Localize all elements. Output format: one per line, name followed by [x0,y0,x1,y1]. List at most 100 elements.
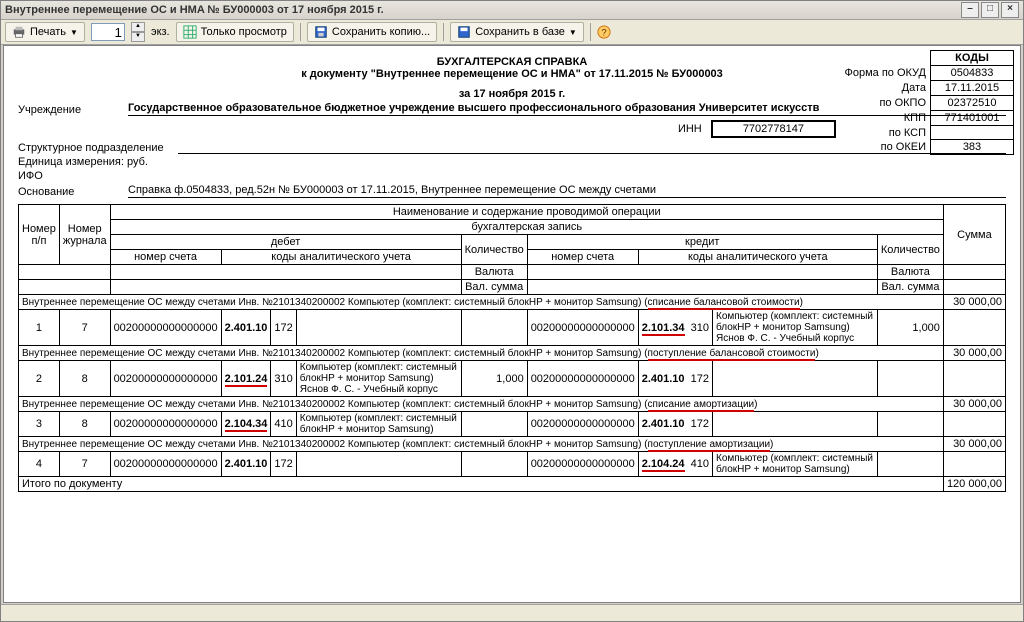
org-label: Учреждение [18,104,128,116]
journal-no: 8 [59,361,110,397]
group-sum: 30 000,00 [943,437,1005,452]
copies-input[interactable] [91,23,125,41]
credit-qty: 1,000 [877,310,943,346]
statusbar [1,604,1023,621]
group-sum: 30 000,00 [943,346,1005,361]
journal-no: 7 [59,452,110,477]
view-only-label: Только просмотр [201,26,287,38]
debit-code2: 172 [271,452,296,477]
basis-value: Справка ф.0504833, ред.52н № БУ000003 от… [128,184,1006,198]
okpo-value: 02372510 [931,96,1014,111]
credit-qty [877,361,943,397]
svg-text:?: ? [601,28,606,39]
copies-suffix: экз. [151,26,170,38]
th-valsum-d: Вал. сумма [461,280,527,295]
credit-desc [713,412,878,437]
credit-acc: 00200000000000000 [527,361,638,397]
group-header: Внутреннее перемещение ОС между счетами … [19,397,944,412]
toolbar: Печать ▼ ▲▼ экз. Только просмотр Сохрани… [1,20,1023,45]
th-qty-c: Количество [877,235,943,265]
th-c-anal: коды аналитического учета [638,250,877,265]
okud-label: Форма по ОКУД [839,66,931,81]
debit-qty [461,412,527,437]
debit-acc: 00200000000000000 [110,361,221,397]
credit-desc [713,361,878,397]
print-label: Печать [30,26,66,38]
save-icon [314,25,328,39]
close-button[interactable]: × [1001,2,1019,18]
subdiv-label: Структурное подразделение [18,142,178,154]
group-header: Внутреннее перемещение ОС между счетами … [19,295,944,310]
maximize-button[interactable]: □ [981,2,999,18]
th-d-anal: коды аналитического учета [221,250,461,265]
credit-code1: 2.401.10 172 [638,412,712,437]
titlebar: Внутреннее перемещение ОС и HMA № БУ0000… [1,1,1023,20]
th-row-no: Номер п/п [19,205,60,265]
credit-acc: 00200000000000000 [527,412,638,437]
help-icon[interactable]: ? [597,25,611,39]
ifo-label: ИФО [18,170,178,182]
journal-no: 7 [59,310,110,346]
dropdown-icon: ▼ [569,28,577,37]
th-debit: дебет [110,235,461,250]
date-label: Дата [839,81,931,96]
debit-acc: 00200000000000000 [110,412,221,437]
debit-code1: 2.401.10 [221,310,271,346]
row-no: 1 [19,310,60,346]
debit-acc: 00200000000000000 [110,310,221,346]
debit-code1: 2.104.34 [221,412,271,437]
okei-label: по ОКЕИ [839,140,931,155]
kpp-value: 771401001 [931,111,1014,126]
minimize-button[interactable]: – [961,2,979,18]
row-sum [943,361,1005,397]
grid-icon [183,25,197,39]
group-sum: 30 000,00 [943,397,1005,412]
group-header: Внутреннее перемещение ОС между счетами … [19,437,944,452]
th-entry: бухгалтерская запись [110,220,943,235]
separator [590,23,591,41]
view-only-button[interactable]: Только просмотр [176,22,294,42]
ksp-value [931,126,1014,140]
save-copy-button[interactable]: Сохранить копию... [307,22,437,42]
separator [300,23,301,41]
save-db-button[interactable]: Сохранить в базе ▼ [450,22,584,42]
separator [443,23,444,41]
debit-desc [296,452,461,477]
print-button[interactable]: Печать ▼ [5,22,85,42]
credit-acc: 00200000000000000 [527,452,638,477]
codes-box: КОДЫ Форма по ОКУД0504833 Дата17.11.2015… [839,50,1015,155]
total-label: Итого по документу [19,477,944,492]
th-d-acc: номер счета [110,250,221,265]
main-table: Номер п/п Номер журнала Наименование и с… [18,204,1006,492]
row-sum [943,452,1005,477]
row-no: 3 [19,412,60,437]
credit-desc: Компьютер (комплект: системный блокHP + … [713,452,878,477]
credit-acc: 00200000000000000 [527,310,638,346]
copies-spinner[interactable]: ▲▼ [131,22,145,42]
debit-code2: 410 [271,412,296,437]
row-no: 2 [19,361,60,397]
th-journal: Номер журнала [59,205,110,265]
kpp-label: КПП [839,111,931,126]
save-db-label: Сохранить в базе [475,26,565,38]
debit-code1: 2.101.24 [221,361,271,397]
save-copy-label: Сохранить копию... [332,26,430,38]
th-qty-d: Количество [461,235,527,265]
document: КОДЫ Форма по ОКУД0504833 Дата17.11.2015… [4,46,1020,512]
window-title: Внутреннее перемещение ОС и HMA № БУ0000… [5,4,384,16]
debit-qty [461,452,527,477]
okud-value: 0504833 [931,66,1014,81]
credit-code1: 2.104.24 410 [638,452,712,477]
basis-label: Основание [18,186,128,198]
document-viewport[interactable]: КОДЫ Форма по ОКУД0504833 Дата17.11.2015… [3,45,1021,603]
app-window: Внутреннее перемещение ОС и HMA № БУ0000… [0,0,1024,622]
okpo-label: по ОКПО [839,96,931,111]
credit-qty [877,452,943,477]
okei-value: 383 [931,140,1014,155]
credit-desc: Компьютер (комплект: системный блокHP + … [713,310,878,346]
debit-code2: 310 [271,361,296,397]
debit-desc [296,310,461,346]
inn-label: ИНН [678,123,702,135]
group-header: Внутреннее перемещение ОС между счетами … [19,346,944,361]
journal-no: 8 [59,412,110,437]
